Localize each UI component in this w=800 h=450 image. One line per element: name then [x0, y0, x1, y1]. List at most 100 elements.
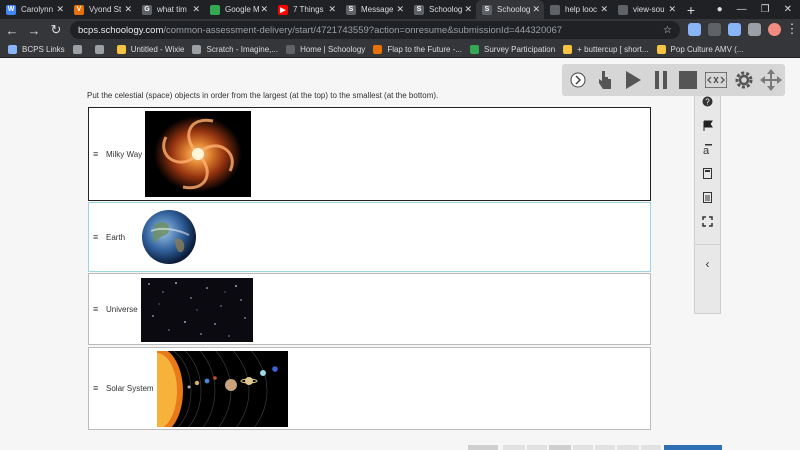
tab-title: 7 Things: [293, 5, 324, 14]
move-icon[interactable]: [757, 66, 785, 94]
profile-avatar[interactable]: [768, 23, 781, 36]
expand-icon[interactable]: [564, 66, 592, 94]
browser-tab[interactable]: S Message ✕: [340, 0, 408, 19]
pause-icon[interactable]: [647, 66, 675, 94]
page-button[interactable]: [503, 445, 525, 450]
new-tab-button[interactable]: +: [680, 0, 702, 19]
browser-toolbar: ← → ↻ bcps.schoology.com/common-assessme…: [0, 19, 800, 41]
browser-tab[interactable]: S Schoolog ✕: [408, 0, 476, 19]
extension-icon[interactable]: [728, 23, 741, 36]
tab-close-icon[interactable]: ✕: [396, 4, 404, 15]
browser-tab[interactable]: Gwhat tim ✕: [136, 0, 204, 19]
page-button[interactable]: [617, 445, 639, 450]
tab-title: Schoolog: [429, 5, 463, 14]
account-icon[interactable]: ●: [717, 4, 723, 15]
settings-icon[interactable]: [730, 66, 758, 94]
tab-close-icon[interactable]: ✕: [600, 4, 608, 15]
bookmark-label: + buttercup [ short...: [577, 44, 649, 54]
bookmark-item[interactable]: [72, 44, 87, 54]
fullscreen-icon[interactable]: [695, 216, 720, 230]
bookmark-star-icon[interactable]: ☆: [663, 25, 672, 36]
tab-close-icon[interactable]: ✕: [532, 4, 540, 15]
collapse-icon[interactable]: ‹: [695, 257, 720, 271]
flag-icon[interactable]: [695, 120, 720, 134]
bookmark-icon: [116, 44, 126, 54]
tab-title: view-sou: [633, 5, 665, 14]
page-button[interactable]: [468, 445, 498, 450]
bookmark-item[interactable]: Home | Schoology: [286, 44, 366, 54]
text-size-icon[interactable]: a: [695, 144, 720, 158]
drag-handle-icon[interactable]: ≡: [93, 384, 103, 393]
bookmark-item[interactable]: Flap to the Future -...: [373, 44, 462, 54]
tab-close-icon[interactable]: ✕: [124, 4, 132, 15]
assessment-content: Put the celestial (space) objects in ord…: [0, 58, 800, 450]
stop-icon[interactable]: [675, 66, 703, 94]
code-icon[interactable]: [702, 66, 730, 94]
bookmark-icon: [286, 44, 296, 54]
bookmark-item[interactable]: Scratch - Imagine,...: [192, 44, 279, 54]
extension-icon[interactable]: [708, 23, 721, 36]
page-button[interactable]: [595, 445, 615, 450]
minimize-button[interactable]: —: [737, 4, 747, 15]
tab-favicon-icon: [550, 4, 560, 15]
tab-close-icon[interactable]: ✕: [328, 4, 336, 15]
browser-tab[interactable]: W Carolynn ✕: [0, 0, 68, 19]
bookmark-item[interactable]: Survey Participation: [470, 44, 555, 54]
forward-button[interactable]: →: [24, 20, 44, 40]
tab-title: Schoolog: [497, 5, 531, 14]
reference-icon[interactable]: [695, 192, 720, 206]
page-button[interactable]: [527, 445, 547, 450]
drag-handle-icon[interactable]: ≡: [93, 232, 103, 242]
page-button[interactable]: [573, 445, 593, 450]
item-label: Milky Way: [106, 149, 143, 159]
page-button[interactable]: [549, 445, 571, 450]
bookmark-item[interactable]: Untitled - Wixie: [116, 44, 184, 54]
browser-tab[interactable]: ▶ 7 Things ✕: [272, 0, 340, 19]
tool-sidebar: ? a ‹: [694, 85, 721, 314]
ordering-item[interactable]: ≡ Earth: [88, 202, 651, 272]
close-window-button[interactable]: ✕: [784, 4, 792, 15]
bookmark-icon: [656, 44, 666, 54]
extension-icon[interactable]: [688, 23, 701, 36]
browser-tab[interactable]: S Schoolog ✕: [476, 0, 544, 19]
browser-tab[interactable]: help looc ✕: [544, 0, 612, 19]
bookmark-item[interactable]: [94, 44, 109, 54]
bookmark-label: Scratch - Imagine,...: [206, 44, 279, 54]
tab-close-icon[interactable]: ✕: [464, 4, 472, 15]
browser-tab[interactable]: Google M ✕: [204, 0, 272, 19]
tab-close-icon[interactable]: ✕: [260, 4, 268, 15]
browser-tab[interactable]: V Vyond St ✕: [68, 0, 136, 19]
item-label: Earth: [106, 232, 126, 242]
ordering-item[interactable]: ≡ Milky Way: [88, 107, 651, 201]
bookmark-item[interactable]: Pop Culture AMV (...: [656, 44, 743, 54]
play-icon[interactable]: [619, 66, 647, 94]
tab-close-icon[interactable]: ✕: [668, 4, 676, 15]
help-icon[interactable]: ?: [695, 96, 720, 110]
ordering-item[interactable]: ≡ Solar System: [88, 347, 651, 430]
drag-handle-icon[interactable]: ≡: [93, 304, 103, 314]
drag-handle-icon[interactable]: ≡: [93, 149, 103, 159]
address-bar[interactable]: bcps.schoology.com/common-assessment-del…: [70, 21, 680, 39]
extensions-puzzle-icon[interactable]: [748, 23, 761, 36]
back-button[interactable]: ←: [2, 20, 22, 40]
bookmark-label: Home | Schoology: [300, 44, 366, 54]
bookmark-icon: [470, 44, 480, 54]
reload-button[interactable]: ↻: [46, 20, 66, 40]
ordering-item[interactable]: ≡ Universe: [88, 273, 651, 345]
page-button[interactable]: [641, 445, 661, 450]
svg-text:?: ?: [705, 98, 710, 107]
point-icon[interactable]: [592, 66, 620, 94]
next-button[interactable]: [664, 445, 722, 450]
tab-close-icon[interactable]: ✕: [192, 4, 200, 15]
url-host: bcps.schoology.com: [78, 24, 164, 36]
calculator-icon[interactable]: [695, 168, 720, 182]
bookmark-item[interactable]: BCPS Links: [8, 44, 65, 54]
maximize-button[interactable]: ❐: [761, 4, 770, 15]
browser-tab[interactable]: view-sou ✕: [612, 0, 680, 19]
tab-close-icon[interactable]: ✕: [56, 4, 64, 15]
menu-icon[interactable]: ⋮: [782, 19, 800, 39]
bookmark-icon: [94, 44, 104, 54]
window-controls: ● — ❐ ✕: [717, 0, 800, 19]
tab-title: help looc: [565, 5, 598, 14]
bookmark-item[interactable]: + buttercup [ short...: [563, 44, 649, 54]
